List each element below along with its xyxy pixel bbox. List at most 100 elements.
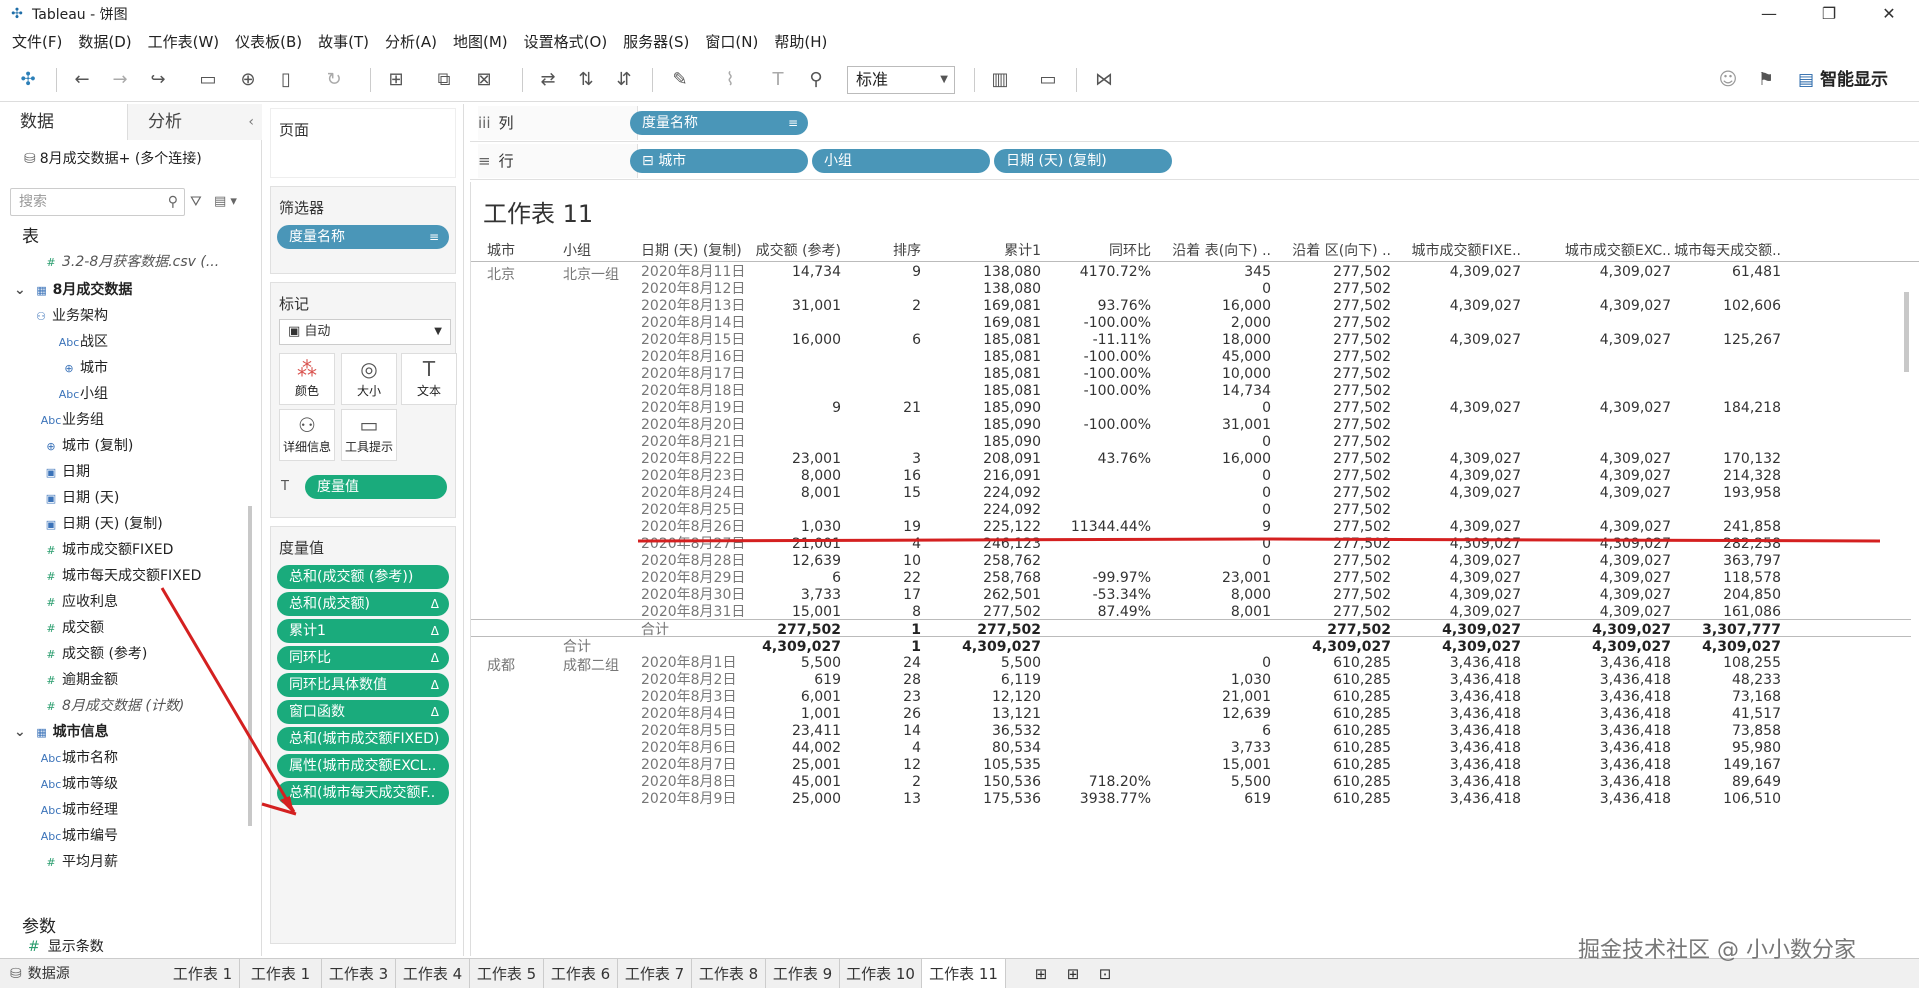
group-label[interactable]: 成都二组 (563, 655, 619, 675)
menu-dashboard[interactable]: 仪表板(B) (227, 28, 310, 56)
filter-icon[interactable]: ⛛ (190, 194, 202, 210)
undo-icon[interactable]: ← (70, 68, 94, 92)
sheet-tab[interactable]: 工作表 1 (2) (240, 959, 322, 988)
measure-pill[interactable]: 总和(城市成交额FIXED) (277, 727, 449, 751)
sort-desc-icon[interactable]: ⇵ (612, 68, 636, 92)
tooltip-button[interactable]: ▭ 工具提示 (341, 409, 397, 461)
marks-type-select[interactable]: ▣ 自动 ▼ (279, 319, 451, 345)
detail-button[interactable]: ⚇ 详细信息 (279, 409, 335, 461)
new-worksheet-icon[interactable]: ⊞ (1026, 959, 1056, 988)
menu-server[interactable]: 服务器(S) (615, 28, 697, 56)
column-header[interactable]: 小组 (563, 240, 633, 262)
column-header[interactable]: 沿着 区(向下) .. (1281, 240, 1391, 262)
sheet-tab[interactable]: 工作表 6 (544, 959, 618, 988)
field-item[interactable]: #3.2-8月获客数据.csv (... (40, 250, 219, 274)
column-header[interactable]: 排序 (841, 240, 921, 262)
filters-card[interactable]: 筛选器 度量名称 ≡ (270, 186, 456, 274)
column-header[interactable]: 城市成交额FIXE.. (1391, 240, 1521, 262)
new-dashboard-icon[interactable]: ⊞ (1058, 959, 1088, 988)
parameter-display-count[interactable]: # 显示条数 (28, 936, 104, 956)
chevron-down-icon[interactable]: ⌄ (14, 282, 31, 298)
column-header[interactable]: 城市每天成交额.. (1641, 240, 1781, 262)
new-story-icon[interactable]: ⊡ (1090, 959, 1120, 988)
field-item[interactable]: # 成交额 (参考) (40, 642, 147, 666)
minimize-button[interactable]: — (1739, 0, 1799, 28)
menu-format[interactable]: 设置格式(O) (516, 28, 616, 56)
field-item[interactable]: Abc城市经理 (40, 798, 118, 822)
field-item[interactable]: Abc城市名称 (40, 746, 118, 770)
datasource-tab[interactable]: ⛁ 数据源 (10, 959, 70, 988)
columns-pill-measure-names[interactable]: 度量名称 ≡ (630, 111, 808, 135)
show-cards-icon[interactable]: ▥ (988, 68, 1012, 92)
menu-analysis[interactable]: 分析(A) (377, 28, 445, 56)
field-item[interactable]: # 成交额 (40, 616, 104, 640)
field-item[interactable]: ▣ 日期 (40, 460, 90, 484)
field-item[interactable]: Abc城市编号 (40, 824, 118, 848)
close-button[interactable]: ✕ (1859, 0, 1919, 28)
fit-select[interactable]: 标准 ▼ (847, 66, 955, 94)
column-header[interactable]: 沿着 表(向下) .. (1161, 240, 1271, 262)
sheet-tab[interactable]: 工作表 4 (396, 959, 470, 988)
field-item[interactable]: # 逾期金额 (40, 668, 118, 692)
menu-worksheet[interactable]: 工作表(W) (140, 28, 228, 56)
new-worksheet-icon[interactable]: ⊞ (384, 68, 408, 92)
pages-card[interactable]: 页面 (270, 108, 456, 178)
tableau-home-icon[interactable]: ✣ (16, 68, 40, 92)
tab-analysis[interactable]: 分析 (128, 104, 262, 140)
field-item[interactable]: ⌄ ▦ 8月成交数据 (14, 278, 132, 302)
sheet-tab[interactable]: 工作表 5 (470, 959, 544, 988)
collapse-pane-icon[interactable]: ‹ (248, 114, 254, 130)
sheet-tab[interactable]: 工作表 8 (692, 959, 766, 988)
new-datasource-icon[interactable]: ⊕ (236, 68, 260, 92)
sheet-tab[interactable]: 工作表 3 (322, 959, 396, 988)
datasource-name[interactable]: ⛁ 8月成交数据+ (多个连接) (24, 148, 202, 168)
menu-map[interactable]: 地图(M) (445, 28, 516, 56)
rows-pill-date-copy[interactable]: 日期 (天) (复制) (994, 149, 1172, 173)
field-item[interactable]: # 城市每天成交额FIXED (40, 564, 201, 588)
tab-data[interactable]: 数据 (0, 104, 128, 140)
field-item[interactable]: ⚇ 业务架构 (30, 304, 108, 328)
menu-help[interactable]: 帮助(H) (766, 28, 835, 56)
menu-window[interactable]: 窗口(N) (697, 28, 766, 56)
color-button[interactable]: ⁂ 颜色 (279, 353, 335, 405)
redo-icon[interactable]: → (108, 68, 132, 92)
share-icon[interactable]: ⋈ (1092, 68, 1116, 92)
measure-pill[interactable]: 总和(成交额) Δ (277, 592, 449, 616)
rows-pill-group[interactable]: 小组 (812, 149, 990, 173)
field-search-input[interactable]: 搜索 ⚲ (10, 188, 185, 216)
text-button[interactable]: T 文本 (401, 353, 457, 405)
city-label[interactable]: 北京 (487, 264, 515, 284)
filter-pill-measure-names[interactable]: 度量名称 ≡ (277, 225, 449, 249)
table-row[interactable]: 2020年8月9日 25,000 13 175,536 3938.77% 619 610,2… (471, 789, 1911, 810)
labels-icon[interactable]: T (766, 68, 790, 92)
ask-data-icon[interactable]: ☺ (1716, 68, 1740, 92)
replay-icon[interactable]: ↪ (146, 68, 170, 92)
column-header[interactable]: 成交额 (参考) (721, 240, 841, 262)
field-item[interactable]: # 平均月薪 (40, 850, 118, 874)
sheet-tab[interactable]: 工作表 11 (922, 959, 1006, 988)
rows-shelf[interactable]: ≡ 行 ⊟ 城市 小组 日期 (天) (复制) (470, 144, 1919, 180)
menu-file[interactable]: 文件(F) (4, 28, 70, 56)
size-button[interactable]: ◎ 大小 (341, 353, 397, 405)
field-item[interactable]: Abc城市等级 (40, 772, 118, 796)
maximize-button[interactable]: ❐ (1799, 0, 1859, 28)
measure-pill[interactable]: 同环比 Δ (277, 646, 449, 670)
field-item[interactable]: ⊕ 城市 (复制) (40, 434, 133, 458)
measure-pill[interactable]: 总和(城市每天成交额F.. (277, 781, 449, 805)
view-options-icon[interactable]: ▤ ▾ (214, 194, 237, 209)
data-pane-scrollbar[interactable] (248, 506, 252, 826)
view-scrollbar[interactable] (1904, 292, 1909, 372)
sheet-tab[interactable]: 工作表 10 (840, 959, 922, 988)
measure-pill[interactable]: 窗口函数 Δ (277, 700, 449, 724)
field-item[interactable]: #8月成交数据 (计数) (40, 694, 184, 718)
measure-pill[interactable]: 总和(成交额 (参考)) (277, 565, 449, 589)
measure-pill[interactable]: 累计1 Δ (277, 619, 449, 643)
chevron-down-icon[interactable]: ⌄ (14, 724, 31, 740)
column-header[interactable]: 城市 (487, 240, 547, 262)
fix-axes-icon[interactable]: ⚲ (804, 68, 828, 92)
show-me-button[interactable]: ▤ 智能显示 (1798, 68, 1888, 92)
save-icon[interactable]: ▭ (196, 68, 220, 92)
marks-pill-measure-values[interactable]: 度量值 (305, 475, 447, 499)
columns-shelf[interactable]: iii 列 度量名称 ≡ (470, 106, 1919, 142)
field-item[interactable]: ⌄ ▦ 城市信息 (14, 720, 109, 744)
